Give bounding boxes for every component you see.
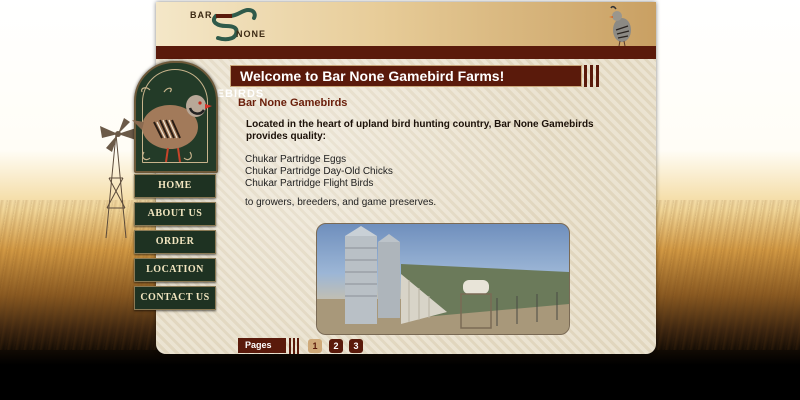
chukar-partridge-icon: [132, 87, 212, 163]
page-title-bar: Welcome to Bar None Gamebird Farms!: [230, 65, 582, 87]
nav-label: ABOUT US: [147, 208, 203, 219]
section-heading: Bar None Gamebirds: [238, 97, 348, 109]
title-stripe: [590, 65, 593, 87]
farm-silo-photo: [316, 223, 570, 335]
nav-order[interactable]: ORDER: [134, 230, 216, 254]
nav-location[interactable]: LOCATION: [134, 258, 216, 282]
nav-contact-us[interactable]: CONTACT US: [134, 286, 216, 310]
pages-label: Pages: [245, 340, 272, 350]
title-stripe: [584, 65, 587, 87]
nav-home[interactable]: HOME: [134, 174, 216, 198]
content-panel: BAR NONE GAMEBIRDS Welcome to Bar None G…: [156, 2, 656, 354]
nav-about-us[interactable]: ABOUT US: [134, 202, 216, 226]
outro-text: to growers, breeders, and game preserves…: [245, 197, 437, 208]
farm-silo-illustration: [317, 226, 569, 334]
quail-icon: [609, 5, 631, 46]
nav-label: CONTACT US: [140, 292, 210, 303]
page-title: Welcome to Bar None Gamebird Farms!: [240, 68, 505, 84]
list-item: Chukar Partridge Eggs: [245, 154, 347, 165]
nav-label: LOCATION: [146, 264, 204, 275]
list-item: Chukar Partridge Day-Old Chicks: [245, 166, 393, 177]
logo-text-none: NONE: [236, 29, 267, 39]
pager-stripe: [297, 338, 299, 354]
pages-label-box: Pages: [238, 338, 286, 353]
page-button-2[interactable]: 2: [329, 339, 343, 353]
page-button-1[interactable]: 1: [308, 339, 322, 353]
pager-stripe: [293, 338, 295, 354]
intro-text: Located in the heart of upland bird hunt…: [246, 119, 594, 142]
page-button-3[interactable]: 3: [349, 339, 363, 353]
list-item: Chukar Partridge Flight Birds: [245, 178, 374, 189]
nav-label: ORDER: [155, 236, 195, 247]
site-header: BAR NONE: [156, 2, 656, 46]
header-bar: GAMEBIRDS: [156, 46, 656, 100]
nav-label: HOME: [158, 180, 192, 191]
title-stripe: [596, 65, 599, 87]
pager-stripe: [289, 338, 291, 354]
product-list: Chukar Partridge Eggs Chukar Partridge D…: [245, 154, 393, 190]
